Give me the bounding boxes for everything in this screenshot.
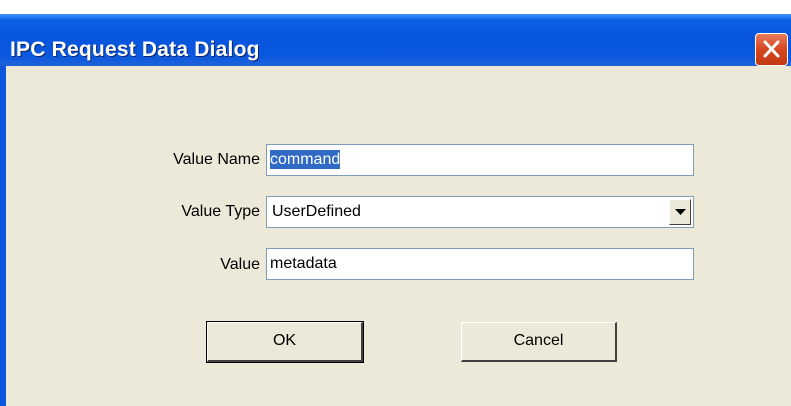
value-label: Value	[220, 256, 260, 273]
value-input[interactable]: metadata	[266, 248, 694, 280]
value-type-label: Value Type	[181, 203, 260, 220]
value-name-label: Value Name	[173, 151, 260, 168]
value-type-selected: UserDefined	[272, 203, 361, 220]
close-x-icon	[763, 40, 780, 58]
value-text: metadata	[270, 255, 337, 272]
value-type-dropdown-button[interactable]	[669, 199, 691, 225]
dialog-title: IPC Request Data Dialog	[10, 38, 260, 61]
value-name-text: command	[270, 150, 341, 169]
background-strip	[0, 0, 791, 14]
cancel-button[interactable]: Cancel	[461, 322, 617, 362]
title-bar[interactable]: IPC Request Data Dialog	[0, 14, 791, 66]
cancel-button-label: Cancel	[513, 332, 564, 349]
value-name-input[interactable]: command	[266, 144, 694, 176]
window-left-border	[0, 66, 6, 406]
close-button[interactable]	[755, 33, 788, 66]
value-type-select[interactable]: UserDefined	[266, 196, 694, 228]
ok-button[interactable]: OK	[206, 321, 364, 363]
ok-button-label: OK	[272, 332, 297, 349]
chevron-down-icon	[675, 209, 686, 215]
dialog-window: IPC Request Data Dialog Value Name comma…	[0, 0, 791, 406]
